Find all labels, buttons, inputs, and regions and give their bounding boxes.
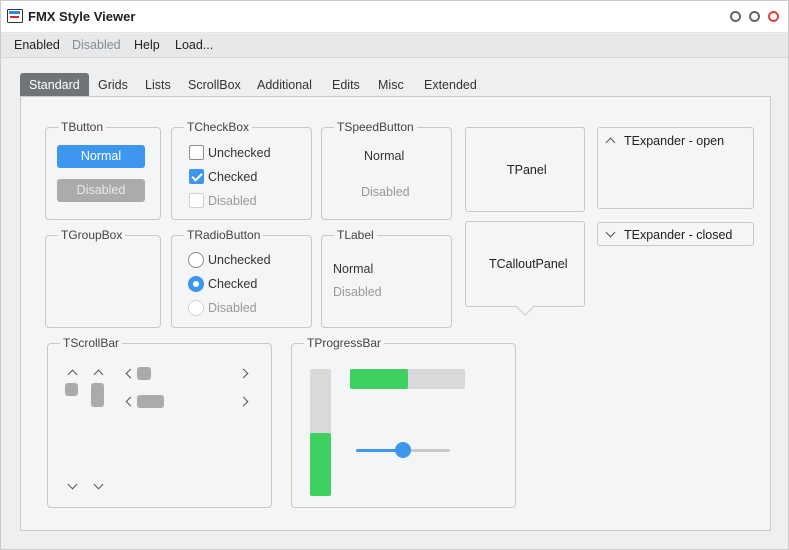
tspeedbutton-group: TSpeedButton Normal Disabled: [321, 120, 452, 220]
callout-pointer: [515, 296, 535, 316]
normal-button[interactable]: Normal: [57, 145, 145, 168]
checked-radio-label[interactable]: Checked: [208, 277, 257, 291]
unchecked-radio-label[interactable]: Unchecked: [208, 253, 271, 267]
tlabel-group: TLabel Normal Disabled: [321, 228, 452, 328]
tab-lists[interactable]: Lists: [136, 73, 180, 97]
scroll-down-icon[interactable]: [67, 479, 78, 490]
tprogressbar-group-title: TProgressBar: [304, 336, 385, 350]
scroll-up-icon[interactable]: [93, 369, 104, 380]
tradiobutton-group-title: TRadioButton: [184, 228, 264, 242]
texpander-closed[interactable]: TExpander - closed: [597, 222, 754, 246]
tab-grids[interactable]: Grids: [89, 73, 137, 97]
scroll-right-icon[interactable]: [238, 396, 249, 407]
scroll-right-icon[interactable]: [238, 368, 249, 379]
maximize-button[interactable]: [749, 11, 760, 22]
tab-extended[interactable]: Extended: [415, 73, 486, 97]
menu-help[interactable]: Help: [134, 38, 160, 52]
tgroupbox: TGroupBox: [45, 228, 161, 328]
tscrollbar-group: TScrollBar: [47, 336, 272, 508]
tab-page-standard: TButton Normal Disabled TCheckBox Unchec…: [20, 96, 771, 531]
tpanel-label: TPanel: [507, 163, 547, 177]
checked-checkbox[interactable]: [189, 169, 204, 184]
scroll-up-icon[interactable]: [67, 369, 78, 380]
trackbar[interactable]: [356, 442, 450, 458]
vertical-scrollbar-thumb[interactable]: [65, 383, 78, 396]
tradiobutton-group: TRadioButton Unchecked Checked Disabled: [171, 228, 312, 328]
app-window: FMX Style Viewer Enabled Disabled Help L…: [0, 0, 789, 550]
vertical-scrollbar-thumb[interactable]: [91, 383, 104, 407]
vertical-progressbar: [310, 369, 331, 496]
tlabel-group-title: TLabel: [334, 228, 377, 242]
horizontal-progressbar-fill: [350, 369, 408, 389]
tpanel: TPanel: [465, 127, 585, 212]
horizontal-scrollbar-thumb[interactable]: [137, 395, 164, 408]
tscrollbar-group-title: TScrollBar: [60, 336, 123, 350]
menu-bar: Enabled Disabled Help Load...: [1, 34, 788, 58]
tspeedbutton-group-title: TSpeedButton: [334, 120, 417, 134]
title-bar: FMX Style Viewer: [1, 1, 788, 33]
tab-scrollbox[interactable]: ScrollBox: [179, 73, 250, 97]
horizontal-progressbar: [350, 369, 465, 389]
texpander-closed-label[interactable]: TExpander - closed: [624, 228, 732, 242]
window-title: FMX Style Viewer: [28, 9, 136, 24]
tgroupbox-title: TGroupBox: [58, 228, 126, 242]
tprogressbar-group: TProgressBar: [291, 336, 516, 508]
menu-load[interactable]: Load...: [175, 38, 213, 52]
disabled-checkbox-label: Disabled: [208, 194, 257, 208]
minimize-button[interactable]: [730, 11, 741, 22]
trackbar-thumb[interactable]: [395, 442, 411, 458]
app-icon: [7, 9, 23, 23]
tcalloutpanel: TCalloutPanel: [465, 221, 585, 316]
texpander-open-label[interactable]: TExpander - open: [624, 134, 724, 148]
checked-checkbox-label[interactable]: Checked: [208, 170, 257, 184]
tcalloutpanel-label: TCalloutPanel: [489, 257, 568, 271]
tcheckbox-group-title: TCheckBox: [184, 120, 253, 134]
tab-standard[interactable]: Standard: [20, 73, 89, 97]
unchecked-checkbox[interactable]: [189, 145, 204, 160]
tbutton-group: TButton Normal Disabled: [45, 120, 161, 220]
horizontal-scrollbar-thumb[interactable]: [137, 367, 151, 380]
scroll-left-icon[interactable]: [125, 396, 136, 407]
menu-disabled: Disabled: [72, 38, 121, 52]
tab-edits[interactable]: Edits: [323, 73, 369, 97]
chevron-up-icon[interactable]: [605, 137, 616, 148]
normal-speedbutton[interactable]: Normal: [364, 149, 404, 163]
scroll-down-icon[interactable]: [93, 479, 104, 490]
unchecked-checkbox-label[interactable]: Unchecked: [208, 146, 271, 160]
tab-additional[interactable]: Additional: [248, 73, 321, 97]
checked-radio[interactable]: [188, 276, 204, 292]
chevron-down-icon[interactable]: [605, 227, 616, 238]
unchecked-radio[interactable]: [188, 252, 204, 268]
scroll-left-icon[interactable]: [125, 368, 136, 379]
disabled-checkbox: [189, 193, 204, 208]
disabled-label: Disabled: [333, 285, 382, 299]
vertical-progressbar-fill: [310, 432, 331, 496]
menu-enabled[interactable]: Enabled: [14, 38, 60, 52]
normal-label: Normal: [333, 262, 374, 276]
disabled-speedbutton: Disabled: [361, 185, 410, 199]
texpander-open: TExpander - open: [597, 127, 754, 209]
disabled-radio: [188, 300, 204, 316]
tcheckbox-group: TCheckBox Unchecked Checked Disabled: [171, 120, 312, 220]
disabled-radio-label: Disabled: [208, 301, 257, 315]
tbutton-group-title: TButton: [58, 120, 107, 134]
close-button[interactable]: [768, 11, 779, 22]
tab-misc[interactable]: Misc: [369, 73, 413, 97]
disabled-button: Disabled: [57, 179, 145, 202]
